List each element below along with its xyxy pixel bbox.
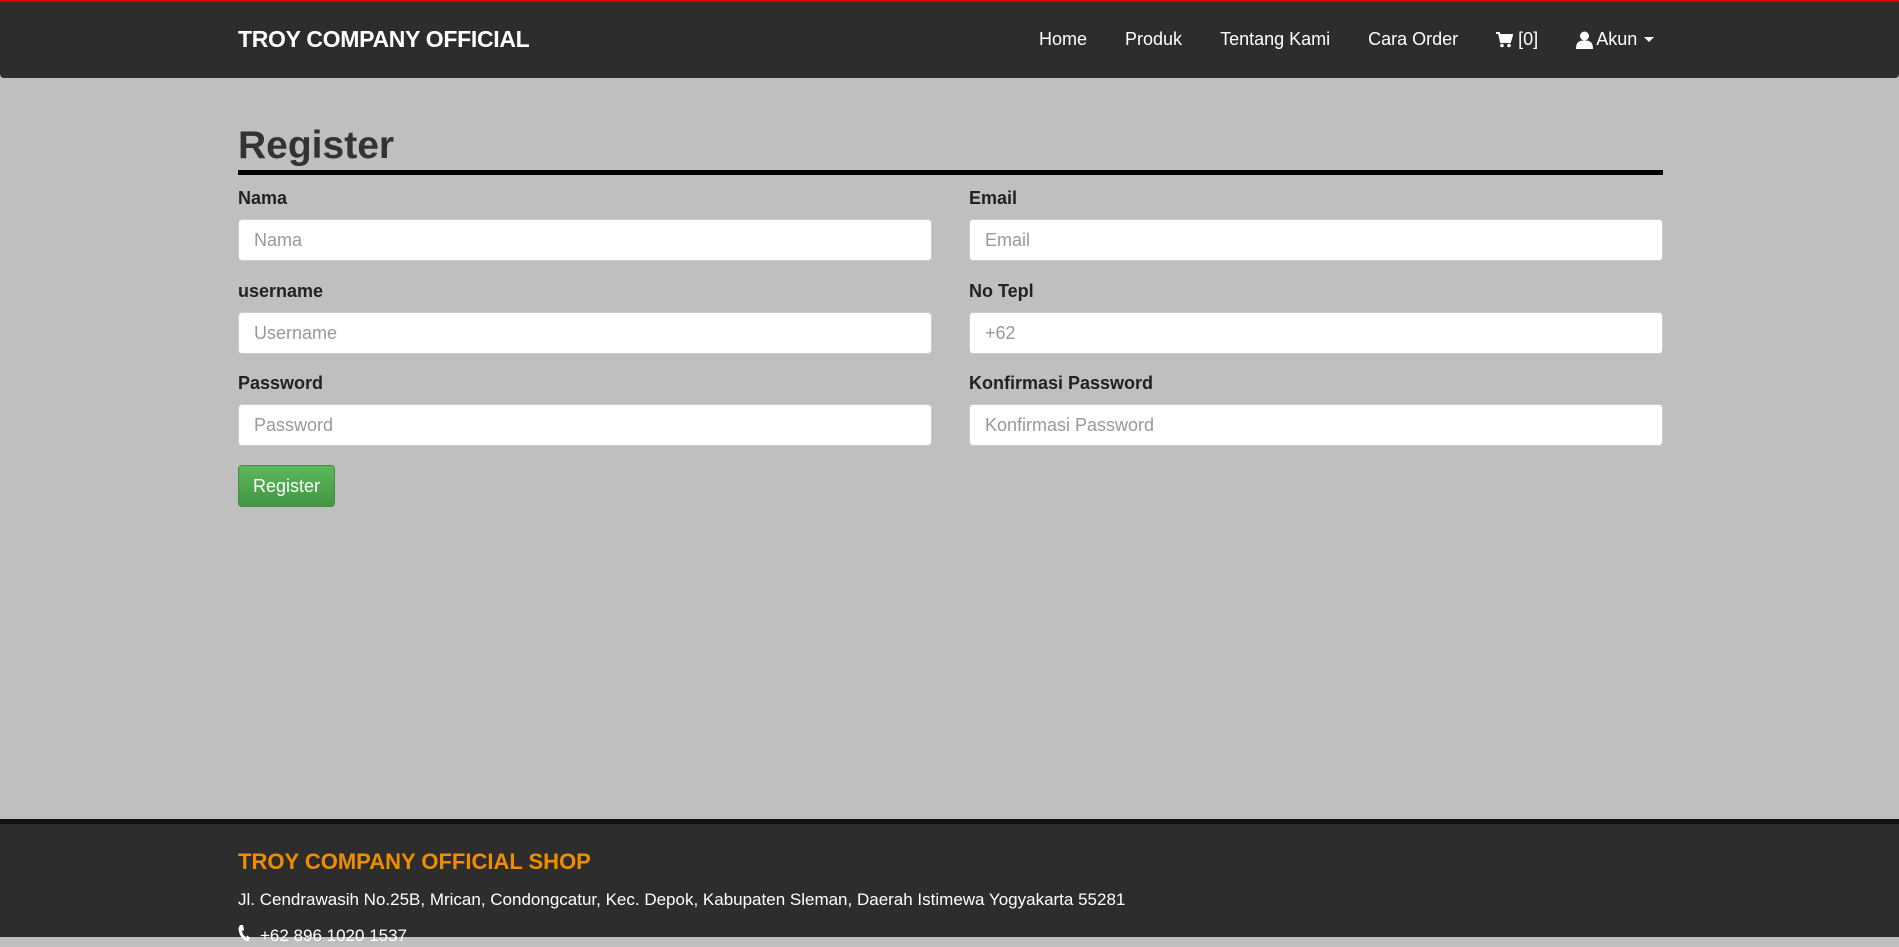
nav-produk-link[interactable]: Produk xyxy=(1125,29,1182,50)
confirm-password-input[interactable] xyxy=(969,404,1663,446)
footer-phone: +62 896 1020 1537 xyxy=(238,925,407,947)
footer: TROY COMPANY OFFICIAL SHOP Jl. Cendrawas… xyxy=(0,824,1899,945)
password-label: Password xyxy=(238,373,324,393)
footer-title: TROY COMPANY OFFICIAL SHOP xyxy=(238,849,591,874)
nav-cara-order-link[interactable]: Cara Order xyxy=(1368,29,1458,50)
nama-input[interactable] xyxy=(238,219,932,261)
email-input[interactable] xyxy=(969,219,1663,261)
confirm-password-label: Konfirmasi Password xyxy=(969,373,1154,393)
nav-home-link[interactable]: Home xyxy=(1039,29,1087,50)
account-label: Akun xyxy=(1596,29,1638,49)
nav-cart-link[interactable]: [0] xyxy=(1496,29,1538,50)
phone-label: No Tepl xyxy=(969,281,1034,301)
nav-account-dropdown[interactable]: Akun xyxy=(1576,29,1655,50)
navbar: TROY COMPANY OFFICIAL Home Produk Tentan… xyxy=(0,2,1899,78)
cart-icon xyxy=(1496,31,1514,48)
footer-phone-number: +62 896 1020 1537 xyxy=(260,926,408,945)
phone-input[interactable] xyxy=(969,312,1663,354)
nav-menu: Home Produk Tentang Kami Cara Order [0] xyxy=(1039,29,1655,50)
register-button[interactable]: Register xyxy=(238,465,335,507)
password-input[interactable] xyxy=(238,404,932,446)
phone-icon xyxy=(238,925,260,947)
page-title: Register xyxy=(238,124,395,167)
nama-label: Nama xyxy=(238,188,288,208)
email-label: Email xyxy=(969,188,1018,208)
title-divider xyxy=(238,170,1663,175)
chevron-down-icon xyxy=(1644,37,1655,42)
user-icon xyxy=(1576,31,1594,49)
nav-tentang-kami-link[interactable]: Tentang Kami xyxy=(1220,29,1330,50)
brand-logo[interactable]: TROY COMPANY OFFICIAL xyxy=(238,26,530,53)
username-input[interactable] xyxy=(238,312,932,354)
username-label: username xyxy=(238,281,324,301)
footer-address: Jl. Cendrawasih No.25B, Mrican, Condongc… xyxy=(238,890,1126,909)
cart-count: [0] xyxy=(1518,29,1539,49)
